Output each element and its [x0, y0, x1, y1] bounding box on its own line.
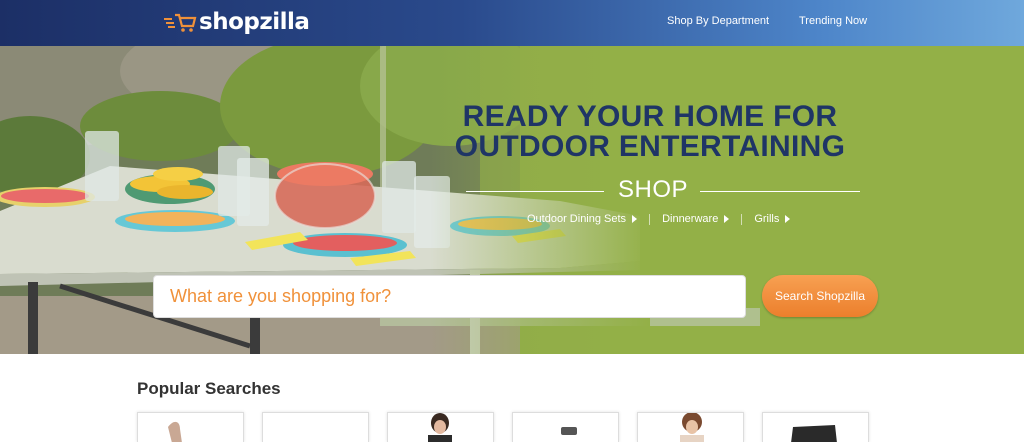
divider-line-left — [466, 191, 604, 192]
hero-headline-line2: OUTDOOR ENTERTAINING — [454, 130, 846, 163]
logo-text: shopzilla — [199, 9, 310, 35]
nav-shop-by-department[interactable]: Shop By Department — [667, 15, 769, 27]
popular-searches-heading: Popular Searches — [137, 379, 281, 398]
popular-item-shoe[interactable] — [137, 412, 244, 442]
hero-headline-line1: READY YOUR HOME FOR — [462, 100, 838, 133]
category-dinnerware[interactable]: Dinnerware — [662, 213, 730, 225]
shop-divider: SHOP — [466, 176, 860, 203]
nav-trending-now[interactable]: Trending Now — [799, 15, 867, 27]
popular-searches-list — [137, 412, 887, 442]
category-label: Outdoor Dining Sets — [527, 213, 627, 225]
shop-label: SHOP — [618, 176, 689, 203]
caret-right-icon — [785, 215, 791, 223]
category-separator — [649, 213, 651, 225]
hero-headline: READY YOUR HOME FOR OUTDOOR ENTERTAINING — [420, 102, 880, 162]
shoe-thumbnail — [168, 422, 182, 442]
search-input[interactable] — [153, 275, 746, 318]
caret-right-icon — [724, 215, 730, 223]
category-label: Grills — [754, 213, 780, 225]
site-header: shopzilla Shop By Department Trending No… — [0, 0, 1024, 46]
search-button[interactable]: Search Shopzilla — [762, 275, 878, 317]
category-separator — [741, 213, 743, 225]
laptop-thumbnail — [791, 425, 837, 442]
popular-item-woman-1[interactable] — [387, 412, 494, 442]
woman-thumbnail — [428, 413, 452, 442]
woman-thumbnail — [680, 413, 704, 442]
hero-category-links: Outdoor Dining Sets Dinnerware Grills — [527, 213, 791, 225]
shopzilla-logo[interactable]: shopzilla — [163, 9, 310, 35]
category-outdoor-dining-sets[interactable]: Outdoor Dining Sets — [527, 213, 638, 225]
hero-banner: READY YOUR HOME FOR OUTDOOR ENTERTAINING… — [0, 46, 1024, 354]
shopping-cart-icon — [164, 13, 197, 32]
popular-item-woman-2[interactable] — [637, 412, 744, 442]
popular-item-laptop[interactable] — [762, 412, 869, 442]
popular-item-camera[interactable] — [512, 412, 619, 442]
caret-right-icon — [632, 215, 638, 223]
popular-item-2[interactable] — [262, 412, 369, 442]
camera-thumbnail — [561, 427, 577, 435]
category-grills[interactable]: Grills — [754, 213, 791, 225]
category-label: Dinnerware — [662, 213, 719, 225]
divider-line-right — [700, 191, 860, 192]
